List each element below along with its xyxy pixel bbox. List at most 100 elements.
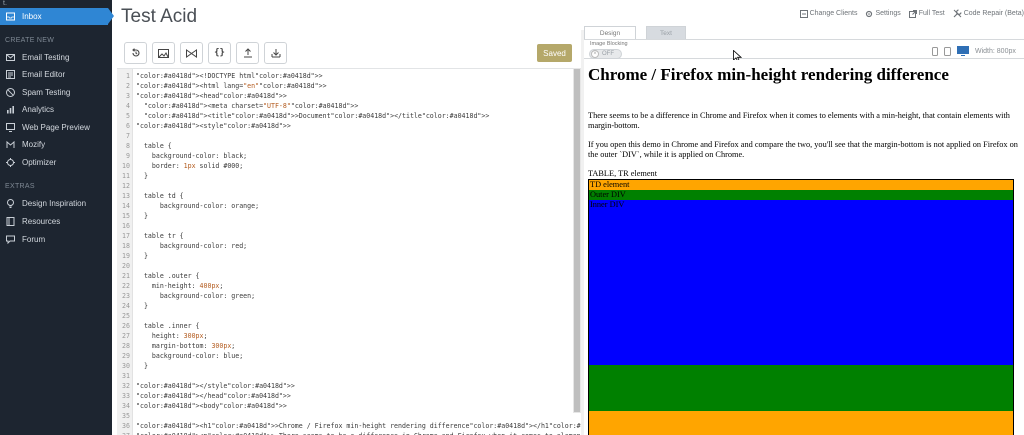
bowtie-icon xyxy=(186,48,197,58)
sidebar-item-email-testing[interactable]: Email Testing xyxy=(0,49,112,66)
code-line[interactable]: 31 xyxy=(117,371,577,381)
sidebar-item-web-page-preview[interactable]: Web Page Preview xyxy=(0,119,112,136)
sidebar-item-optimizer[interactable]: Optimizer xyxy=(0,154,112,171)
code-line[interactable]: 35 xyxy=(117,411,577,421)
code-line[interactable]: 36 "color:#a0418d"><h1"color:#a0418d">>Ch… xyxy=(117,421,583,431)
editor-toolbar: {} xyxy=(124,42,292,64)
sidebar-item-mozify[interactable]: Mozify xyxy=(0,136,112,153)
device-selector xyxy=(932,46,969,56)
sidebar-item-label: Inbox xyxy=(22,12,42,21)
code-line[interactable]: 8 table { xyxy=(117,141,577,151)
settings-button[interactable]: Settings xyxy=(865,9,901,18)
sidebar-item-spam-testing[interactable]: Spam Testing xyxy=(0,84,112,101)
phone-icon[interactable] xyxy=(932,46,938,56)
code-line[interactable]: 28 margin-bottom: 300px; xyxy=(117,341,577,351)
code-line[interactable]: 26 table .inner { xyxy=(117,321,577,331)
code-line[interactable]: 20 xyxy=(117,261,577,271)
full-test-button[interactable]: Full Test xyxy=(908,9,945,18)
code-line[interactable]: 22 min-height: 400px; xyxy=(117,281,577,291)
sidebar-item-analytics[interactable]: Analytics xyxy=(0,101,112,118)
lightbulb-icon xyxy=(5,199,15,209)
desktop-icon[interactable] xyxy=(957,46,969,56)
code-repair-button[interactable]: Code Repair (Beta) xyxy=(953,9,1024,18)
line-number: 26 xyxy=(122,322,130,330)
preview-outer-div: Outer DIV xyxy=(589,190,1013,200)
code-line[interactable]: 27 height: 300px; xyxy=(117,331,577,341)
code-line[interactable]: 1 "color:#a0418d"><!DOCTYPE html"color:#a… xyxy=(117,71,577,81)
code-line[interactable]: 6 "color:#a0418d"><style"color:#a0418d">> xyxy=(117,121,577,131)
gear-icon xyxy=(866,10,873,17)
code-line[interactable]: 15 } xyxy=(117,211,577,221)
code-line[interactable]: 30 } xyxy=(117,361,577,371)
code-line[interactable]: 21 table .outer { xyxy=(117,271,577,281)
code-line[interactable]: 4 "color:#a0418d"><meta charset="UTF-8""… xyxy=(117,101,577,111)
code-line[interactable]: 23 background-color: green; xyxy=(117,291,577,301)
history-button[interactable] xyxy=(124,42,147,64)
code-line[interactable]: 7 xyxy=(117,131,577,141)
line-number: 24 xyxy=(122,302,130,310)
code-line[interactable]: 32 "color:#a0418d"></style"color:#a0418d"… xyxy=(117,381,577,391)
code-text: } xyxy=(136,172,148,180)
line-number: 19 xyxy=(122,252,130,260)
braces-button[interactable]: {} xyxy=(208,42,231,64)
sidebar-item-design-inspiration[interactable]: Design Inspiration xyxy=(0,195,112,212)
bowtie-button[interactable] xyxy=(180,42,203,64)
line-number: 8 xyxy=(126,142,130,150)
code-line[interactable]: 10 border: 1px solid #000; xyxy=(117,161,577,171)
optimizer-icon xyxy=(5,158,15,168)
code-line[interactable]: 13 table td { xyxy=(117,191,577,201)
line-number: 23 xyxy=(122,292,130,300)
tablet-icon[interactable] xyxy=(944,46,951,56)
image-icon xyxy=(158,48,169,58)
download-button[interactable] xyxy=(264,42,287,64)
code-text: table .outer { xyxy=(136,272,200,280)
upload-button[interactable] xyxy=(236,42,259,64)
sidebar-item-inbox[interactable]: Inbox xyxy=(0,8,114,25)
code-text: } xyxy=(136,252,148,260)
code-editor[interactable]: 1 "color:#a0418d"><!DOCTYPE html"color:#a… xyxy=(117,68,583,435)
line-number: 20 xyxy=(122,262,130,270)
line-number: 18 xyxy=(122,242,130,250)
code-text: "color:#a0418d"><html lang="en""color:#a… xyxy=(136,82,327,90)
code-line[interactable]: 12 xyxy=(117,181,577,191)
change-clients-button[interactable]: Change Clients xyxy=(799,9,857,18)
sidebar-item-resources[interactable]: Resources xyxy=(0,213,112,230)
code-line[interactable]: 25 xyxy=(117,311,577,321)
line-number: 25 xyxy=(122,312,130,320)
code-line[interactable]: 16 xyxy=(117,221,577,231)
code-line[interactable]: 33 "color:#a0418d"></head"color:#a0418d">… xyxy=(117,391,577,401)
tab-design[interactable]: Design xyxy=(584,26,636,40)
code-line[interactable]: 24 } xyxy=(117,301,577,311)
code-line[interactable]: 14 background-color: orange; xyxy=(117,201,577,211)
editor-scrollbar-thumb[interactable] xyxy=(574,69,580,412)
sidebar-item-label: Web Page Preview xyxy=(22,123,90,132)
code-line[interactable]: 17 table tr { xyxy=(117,231,577,241)
line-number: 4 xyxy=(126,102,130,110)
code-line[interactable]: 9 background-color: black; xyxy=(117,151,577,161)
sidebar-item-forum[interactable]: Forum xyxy=(0,231,112,248)
code-line[interactable]: 34 "color:#a0418d"><body"color:#a0418d">> xyxy=(117,401,577,411)
code-text: margin-bottom: 300px; xyxy=(136,342,236,350)
saved-button[interactable]: Saved xyxy=(537,44,572,62)
code-line[interactable]: 11 } xyxy=(117,171,577,181)
chat-icon xyxy=(5,235,15,245)
editor-scrollbar[interactable] xyxy=(573,68,581,413)
image-blocking-toggle[interactable]: × OFF xyxy=(589,49,622,59)
code-line[interactable]: 3 "color:#a0418d"><head"color:#a0418d">> xyxy=(117,91,577,101)
code-text: "color:#a0418d"><meta charset="UTF-8""co… xyxy=(143,102,359,110)
image-button[interactable] xyxy=(152,42,175,64)
line-number: 33 xyxy=(122,392,130,400)
code-line[interactable]: 37"color:#a0418d"><p"color:#a0418d">> Th… xyxy=(117,431,583,435)
code-text: table .inner { xyxy=(136,322,200,330)
sidebar-item-label: Resources xyxy=(22,217,61,226)
sidebar-item-email-editor[interactable]: Email Editor xyxy=(0,66,112,83)
braces-icon: {} xyxy=(214,48,225,58)
sidebar-section-extras: EXTRAS xyxy=(5,183,35,190)
code-line[interactable]: 2 "color:#a0418d"><html lang="en""color:#… xyxy=(117,81,577,91)
code-line[interactable]: 5 "color:#a0418d"><title"color:#a0418d">… xyxy=(117,111,577,121)
code-line[interactable]: 19 } xyxy=(117,251,577,261)
code-line[interactable]: 29 background-color: blue; xyxy=(117,351,577,361)
code-line[interactable]: 18 background-color: red; xyxy=(117,241,577,251)
line-number: 3 xyxy=(126,92,130,100)
tab-text[interactable]: Text xyxy=(646,26,686,40)
